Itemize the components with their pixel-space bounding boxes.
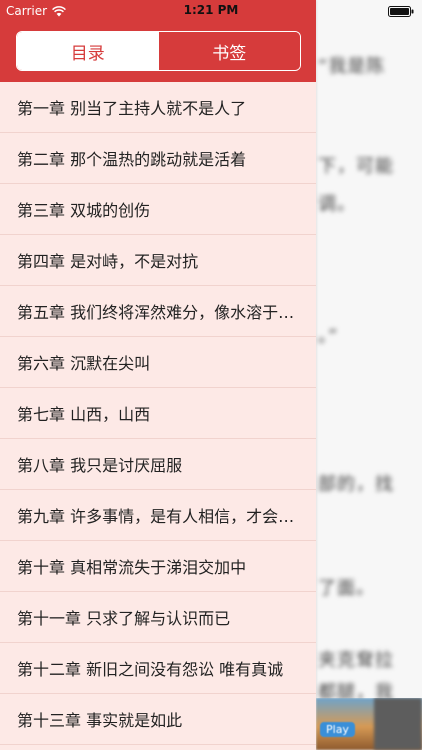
- chapter-title: 第十二章 新旧之间没有怨讼 唯有真诚: [17, 660, 284, 679]
- reader-line: 了面。: [318, 578, 375, 599]
- chapter-item[interactable]: 第六章 沉默在尖叫: [0, 337, 316, 388]
- ad-image-dark: [374, 698, 422, 750]
- reader-line: “我是陈: [318, 56, 386, 77]
- chapter-list: 第一章 别当了主持人就不是人了 第二章 那个温热的跳动就是活着 第三章 双城的创…: [0, 82, 316, 745]
- chapter-title: 第七章 山西，山西: [17, 405, 151, 424]
- contents-drawer: 目录 书签 第一章 别当了主持人就不是人了 第二章 那个温热的跳动就是活着 第三…: [0, 0, 316, 750]
- chapter-item[interactable]: 第五章 我们终将浑然难分，像水溶于水中: [0, 286, 316, 337]
- chapter-title: 第十一章 只求了解与认识而已: [17, 609, 231, 628]
- chapter-item[interactable]: 第十三章 事实就是如此: [0, 694, 316, 745]
- reader-line: 下，可能: [318, 156, 394, 177]
- chapter-title: 第四章 是对峙，不是对抗: [17, 252, 199, 271]
- status-bar: Carrier 1:21 PM: [0, 0, 422, 22]
- chapter-item[interactable]: 第八章 我只是讨厌屈服: [0, 439, 316, 490]
- carrier-label: Carrier: [6, 4, 48, 18]
- chapter-item[interactable]: 第二章 那个温热的跳动就是活着: [0, 133, 316, 184]
- chapter-item[interactable]: 第十一章 只求了解与认识而已: [0, 592, 316, 643]
- chapter-item[interactable]: 第四章 是对峙，不是对抗: [0, 235, 316, 286]
- tab-contents[interactable]: 目录: [17, 32, 159, 70]
- chapter-title: 第五章 我们终将浑然难分，像水溶于水中: [17, 303, 304, 322]
- wifi-icon: [52, 5, 66, 16]
- chapter-title: 第十三章 事实就是如此: [17, 711, 183, 730]
- chapter-item[interactable]: 第九章 许多事情，是有人相信，才会存在: [0, 490, 316, 541]
- chapter-item[interactable]: 第三章 双城的创伤: [0, 184, 316, 235]
- chapter-title: 第九章 许多事情，是有人相信，才会存在: [17, 507, 304, 526]
- chapter-item[interactable]: 第一章 别当了主持人就不是人了: [0, 82, 316, 133]
- chapter-title: 第六章 沉默在尖叫: [17, 354, 151, 373]
- chapter-item[interactable]: 第十章 真相常流失于涕泪交加中: [0, 541, 316, 592]
- reader-line: 夹克耷拉: [318, 650, 394, 671]
- chapter-item[interactable]: 第七章 山西，山西: [0, 388, 316, 439]
- ad-play-button[interactable]: Play: [320, 722, 355, 737]
- segmented-control: 目录 书签: [16, 31, 301, 71]
- reader-line: 。”: [318, 326, 339, 347]
- chapter-title: 第三章 双城的创伤: [17, 201, 151, 220]
- chapter-item[interactable]: 第十二章 新旧之间没有怨讼 唯有真诚: [0, 643, 316, 694]
- chapter-title: 第一章 别当了主持人就不是人了: [17, 99, 247, 118]
- tab-bookmarks[interactable]: 书签: [158, 32, 300, 70]
- status-left: Carrier: [6, 3, 66, 19]
- chapter-title: 第八章 我只是讨厌屈服: [17, 456, 183, 475]
- ad-banner[interactable]: Play: [316, 698, 422, 750]
- reader-line: 部的，找: [318, 474, 394, 495]
- chapter-title: 第二章 那个温热的跳动就是活着: [17, 150, 247, 169]
- reader-line: 调。: [318, 194, 356, 215]
- reader-background: “我是陈 下，可能 调。 。” 部的，找 了面。 夹克耷拉 都腿，我: [316, 0, 422, 750]
- chapter-title: 第十章 真相常流失于涕泪交加中: [17, 558, 247, 577]
- battery-icon: [388, 6, 414, 17]
